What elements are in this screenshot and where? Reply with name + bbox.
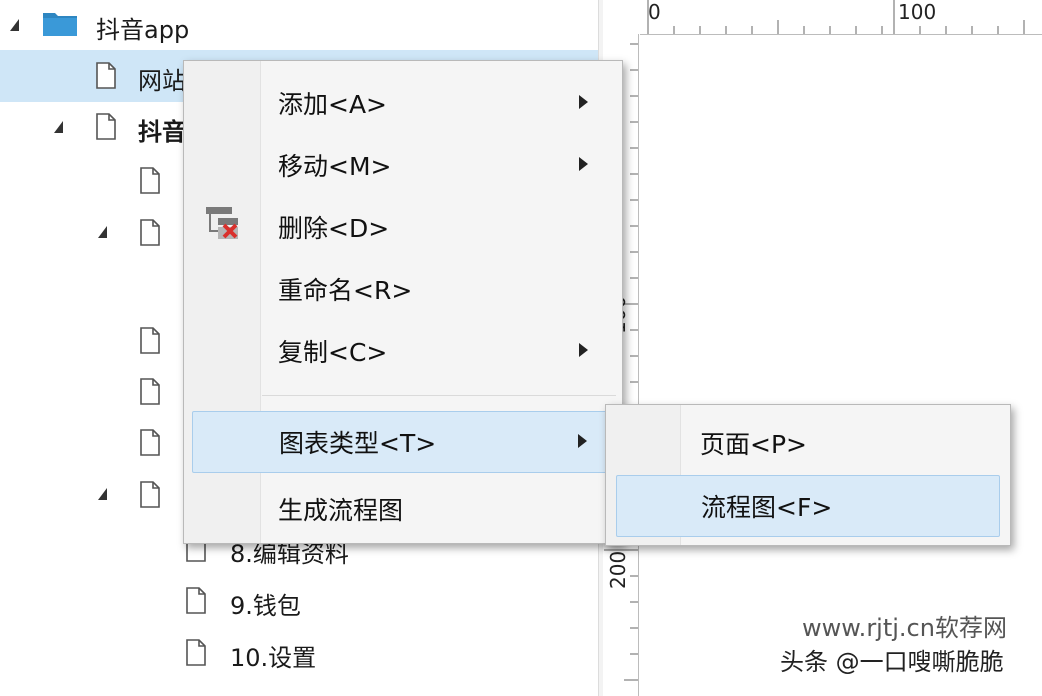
tree-item-label: 9.钱包 bbox=[230, 592, 301, 620]
menu-item-generate-flowchart[interactable]: 生成流程图 bbox=[184, 479, 622, 539]
ruler-corner bbox=[604, 0, 640, 34]
page-icon bbox=[186, 587, 206, 614]
tree-item-label: 抖音 bbox=[138, 118, 186, 146]
menu-item-label: 生成流程图 bbox=[278, 496, 404, 525]
menu-separator bbox=[262, 395, 616, 396]
tree-item-label: 网站 bbox=[138, 67, 186, 95]
context-menu: 添加<A> 移动<M> 删除<D> 重命名<R> 复制<C> 图表类型<T> 生… bbox=[183, 60, 623, 544]
menu-item-flowchart[interactable]: 流程图<F> bbox=[616, 475, 1000, 537]
page-icon bbox=[140, 429, 160, 456]
watermark-site: www.rjtj.cn软荐网 bbox=[802, 614, 1007, 642]
ruler-number: 0 bbox=[648, 0, 661, 24]
tree-row-root[interactable]: 抖音app bbox=[0, 0, 600, 50]
menu-item-add[interactable]: 添加<A> bbox=[184, 73, 622, 133]
expand-arrow-icon[interactable] bbox=[98, 488, 107, 500]
ruler-top: 0 100 bbox=[640, 0, 1042, 35]
submenu-arrow-icon bbox=[579, 157, 588, 171]
menu-item-label: 页面<P> bbox=[700, 430, 807, 459]
ruler-top-ticks bbox=[647, 0, 1025, 34]
page-icon bbox=[140, 219, 160, 246]
tree-item-label: 10.设置 bbox=[230, 644, 317, 672]
menu-item-delete[interactable]: 删除<D> bbox=[184, 197, 622, 257]
menu-item-label: 添加<A> bbox=[278, 90, 387, 119]
page-icon bbox=[140, 481, 160, 508]
tree-item-label: 抖音app bbox=[96, 16, 190, 44]
menu-item-label: 复制<C> bbox=[278, 338, 388, 367]
expand-arrow-icon[interactable] bbox=[10, 19, 19, 31]
ruler-number: 200 bbox=[606, 550, 630, 589]
menu-item-chart-type[interactable]: 图表类型<T> bbox=[192, 411, 608, 473]
menu-item-page[interactable]: 页面<P> bbox=[606, 413, 1010, 473]
menu-item-label: 流程图<F> bbox=[701, 493, 833, 522]
menu-item-label: 图表类型<T> bbox=[279, 429, 437, 458]
menu-item-rename[interactable]: 重命名<R> bbox=[184, 259, 622, 319]
page-icon bbox=[140, 378, 160, 405]
page-icon bbox=[186, 639, 206, 666]
menu-item-label: 移动<M> bbox=[278, 152, 392, 181]
delete-page-icon bbox=[204, 205, 244, 245]
page-icon bbox=[96, 62, 116, 89]
page-icon bbox=[140, 167, 160, 194]
expand-arrow-icon[interactable] bbox=[98, 226, 107, 238]
submenu-chart-type: 页面<P> 流程图<F> bbox=[605, 404, 1011, 546]
page-icon bbox=[96, 113, 116, 140]
menu-item-label: 删除<D> bbox=[278, 214, 390, 243]
menu-item-label: 重命名<R> bbox=[278, 276, 413, 305]
ruler-number: 100 bbox=[898, 0, 937, 24]
tree-row-item9[interactable]: 9.钱包 bbox=[0, 575, 600, 625]
submenu-arrow-icon bbox=[578, 434, 587, 448]
tree-row-item10[interactable]: 10.设置 bbox=[0, 627, 600, 677]
expand-arrow-icon[interactable] bbox=[54, 121, 63, 133]
menu-item-move[interactable]: 移动<M> bbox=[184, 135, 622, 195]
menu-item-copy[interactable]: 复制<C> bbox=[184, 321, 622, 381]
diagram-canvas[interactable] bbox=[640, 35, 1042, 696]
submenu-arrow-icon bbox=[579, 95, 588, 109]
submenu-arrow-icon bbox=[579, 343, 588, 357]
page-icon bbox=[140, 327, 160, 354]
watermark-author: 头条 @一口嗖嘶脆脆 bbox=[780, 648, 1004, 676]
folder-icon bbox=[42, 9, 78, 37]
